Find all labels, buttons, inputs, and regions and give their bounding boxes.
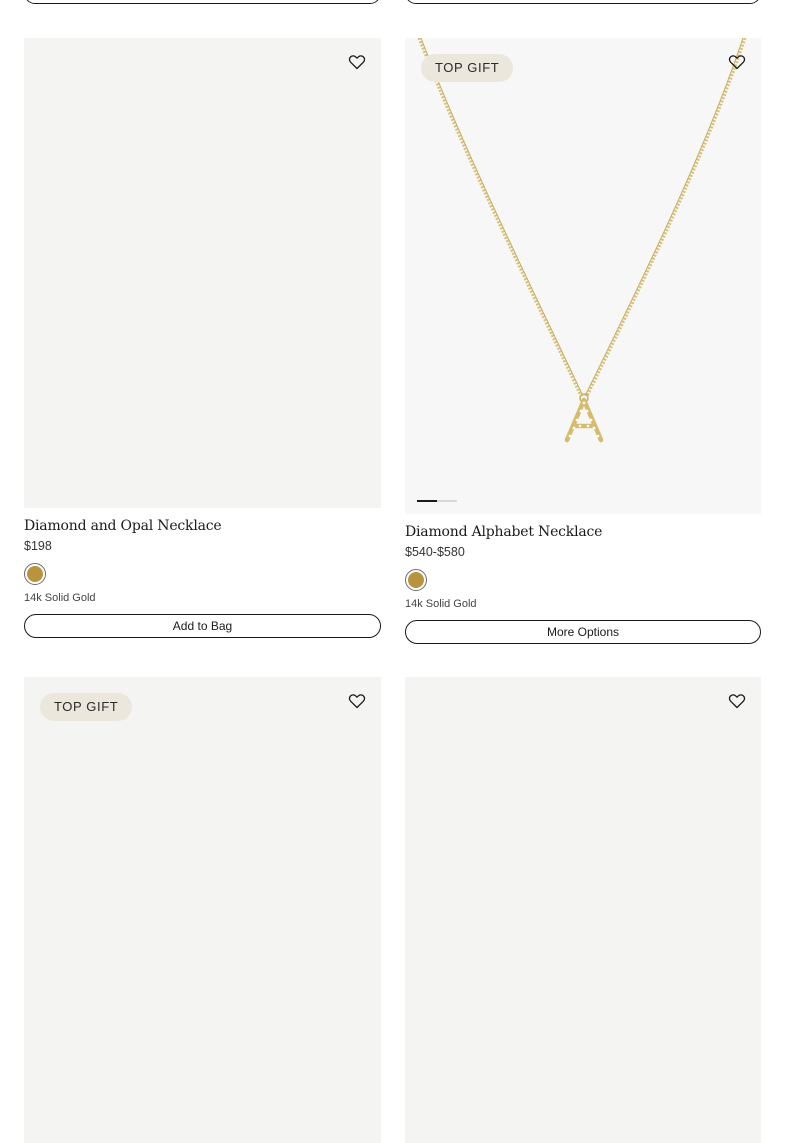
product-price: $540-$580 bbox=[405, 545, 465, 559]
product-image[interactable] bbox=[405, 677, 761, 1143]
swatch-fill bbox=[27, 566, 43, 582]
product-image[interactable] bbox=[24, 38, 381, 508]
heart-icon[interactable] bbox=[727, 691, 747, 711]
product-grid: Diamond and Opal Necklace $198 14k Solid… bbox=[0, 0, 785, 1143]
product-card-diamond-alphabet: TOP GIFT Diamond Alphabet Necklace $540-… bbox=[405, 38, 761, 644]
more-options-button[interactable]: More Options bbox=[405, 620, 761, 644]
product-material: 14k Solid Gold bbox=[24, 592, 96, 604]
necklace-image bbox=[417, 38, 747, 443]
product-card-diamond-opal: Diamond and Opal Necklace $198 14k Solid… bbox=[24, 38, 381, 638]
color-swatch-gold[interactable] bbox=[405, 569, 427, 591]
product-material: 14k Solid Gold bbox=[405, 598, 477, 610]
product-card-bottom-left: TOP GIFT bbox=[24, 677, 381, 1143]
indicator-active bbox=[417, 500, 437, 502]
heart-icon[interactable] bbox=[347, 52, 367, 72]
swatch-fill bbox=[408, 572, 424, 588]
heart-icon[interactable] bbox=[347, 691, 367, 711]
product-price: $198 bbox=[24, 539, 52, 553]
top-gift-badge: TOP GIFT bbox=[40, 693, 133, 721]
product-title[interactable]: Diamond Alphabet Necklace bbox=[405, 523, 761, 542]
add-to-bag-button[interactable]: Add to Bag bbox=[24, 614, 381, 638]
image-carousel-indicator[interactable] bbox=[417, 500, 457, 502]
top-gift-badge: TOP GIFT bbox=[421, 54, 514, 82]
heart-icon[interactable] bbox=[727, 52, 747, 72]
prev-row-action-button-left[interactable] bbox=[24, 0, 381, 4]
product-card-bottom-right bbox=[405, 677, 761, 1143]
color-swatch-gold[interactable] bbox=[24, 563, 46, 585]
product-title[interactable]: Diamond and Opal Necklace bbox=[24, 517, 381, 536]
product-image[interactable]: TOP GIFT bbox=[405, 38, 761, 514]
prev-row-action-button-right[interactable] bbox=[405, 0, 761, 4]
product-image[interactable]: TOP GIFT bbox=[24, 677, 381, 1143]
